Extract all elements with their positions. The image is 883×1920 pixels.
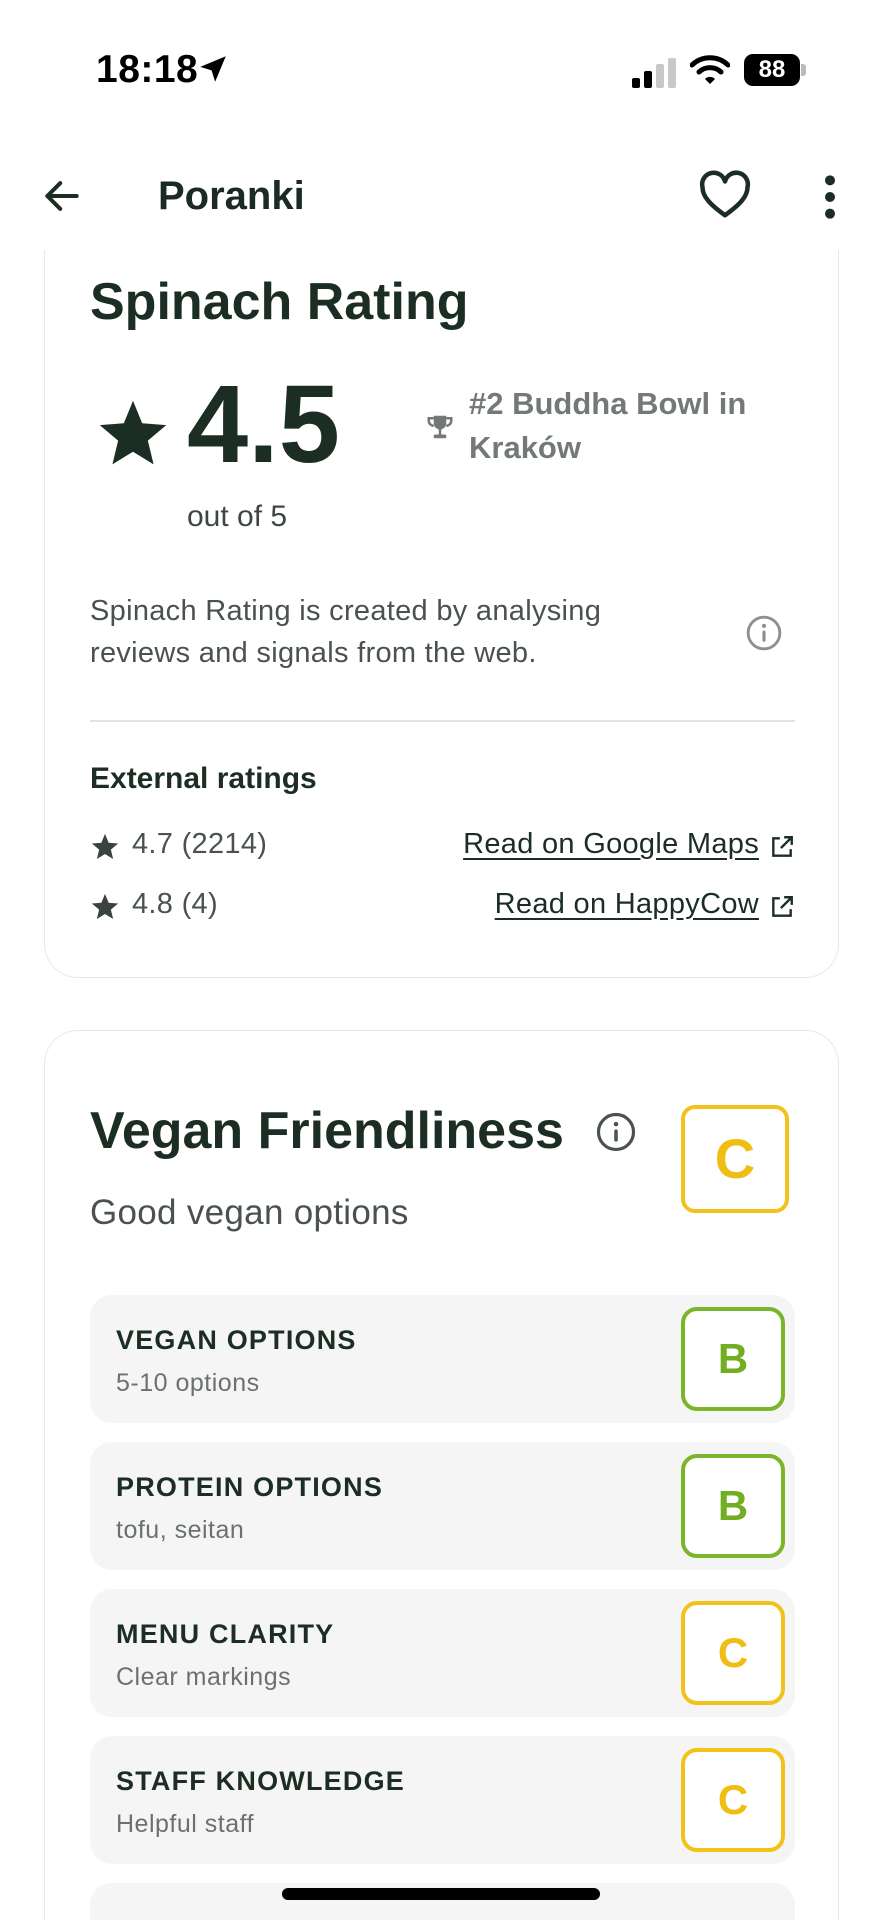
external-ratings-heading: External ratings (90, 762, 317, 795)
happycow-link[interactable]: Read on HappyCow (495, 888, 759, 921)
vegan-friendliness-card: Vegan Friendliness C Good vegan options … (44, 1030, 839, 1920)
battery-level: 88 (744, 54, 800, 86)
metric-detail: tofu, seitan (116, 1516, 245, 1544)
external-rating-row: 4.8 (4) Read on HappyCow (90, 886, 795, 926)
screen: 18:18 88 Spinach Rating 4.5 out of 5 #2 … (0, 0, 883, 1920)
rating-title: Spinach Rating (90, 273, 469, 331)
status-bar: 18:18 88 (0, 0, 883, 140)
metric-grade-badge: B (681, 1454, 785, 1558)
rating-out-of: out of 5 (187, 500, 288, 533)
metric-row-menu-clarity: MENU CLARITY Clear markings C (90, 1589, 795, 1717)
metric-name: VEGAN OPTIONS (116, 1325, 357, 1355)
external-rating-value: 4.8 (4) (132, 888, 218, 920)
vegan-subtitle: Good vegan options (90, 1193, 409, 1232)
external-link-icon[interactable] (769, 894, 795, 920)
info-icon[interactable] (745, 614, 783, 652)
home-indicator (282, 1888, 600, 1900)
more-vertical-icon[interactable] (810, 172, 850, 222)
status-time: 18:18 (96, 48, 199, 91)
metric-name: MENU CLARITY (116, 1619, 335, 1649)
star-icon (91, 893, 119, 919)
rating-description: Spinach Rating is created by analysing r… (90, 595, 602, 669)
metric-name: STAFF KNOWLEDGE (116, 1766, 405, 1796)
google-maps-link[interactable]: Read on Google Maps (463, 828, 759, 861)
metric-row-staff-knowledge: STAFF KNOWLEDGE Helpful staff C (90, 1736, 795, 1864)
vegan-grade-badge: C (681, 1105, 789, 1213)
battery-cap (801, 64, 806, 76)
metric-detail: Clear markings (116, 1663, 292, 1691)
star-icon (91, 833, 119, 859)
battery-icon: 88 (744, 54, 806, 86)
signal-bars-icon (632, 58, 676, 88)
metric-detail: 5-10 options (116, 1369, 260, 1397)
metric-row-vegan-options: VEGAN OPTIONS 5-10 options B (90, 1295, 795, 1423)
star-icon (99, 400, 167, 465)
external-link-icon[interactable] (769, 834, 795, 860)
vegan-title: Vegan Friendliness (90, 1102, 564, 1160)
metric-row-protein-options: PROTEIN OPTIONS tofu, seitan B (90, 1442, 795, 1570)
trophy-icon (427, 415, 453, 439)
spinach-rating-card: Spinach Rating 4.5 out of 5 #2 Buddha Bo… (44, 200, 839, 978)
external-rating-row: 4.7 (2214) Read on Google Maps (90, 826, 795, 866)
rating-score: 4.5 (187, 363, 340, 486)
metric-grade-badge: C (681, 1748, 785, 1852)
heart-icon[interactable] (698, 170, 752, 220)
rank-text: #2 Buddha Bowl in Kraków (469, 386, 747, 465)
back-arrow-icon[interactable] (40, 174, 84, 218)
location-arrow-icon (200, 56, 226, 82)
top-app-bar: Poranki (0, 150, 883, 250)
metric-grade-badge: C (681, 1601, 785, 1705)
wifi-icon (690, 55, 730, 84)
external-rating-value: 4.7 (2214) (132, 828, 268, 860)
metric-name: PROTEIN OPTIONS (116, 1472, 384, 1502)
metric-detail: Helpful staff (116, 1810, 255, 1838)
divider (90, 720, 795, 722)
metric-grade-badge: B (681, 1307, 785, 1411)
info-icon[interactable] (595, 1111, 637, 1153)
page-title: Poranki (158, 174, 305, 218)
